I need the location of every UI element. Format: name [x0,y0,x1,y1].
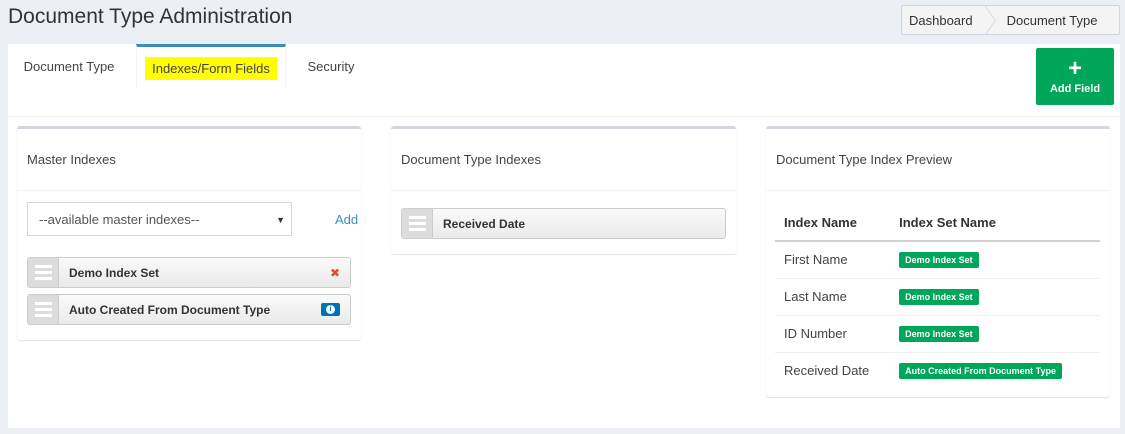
table-header-row: Index Name Index Set Name [775,204,1100,242]
index-set-badge: Demo Index Set [899,252,979,269]
index-name-cell: Last Name [775,278,891,316]
tab-label: Indexes/Form Fields [145,56,277,80]
tab-label: Document Type [23,59,115,74]
master-indexes-box: Master Indexes --available master indexe… [17,126,361,340]
add-field-label: Add Field [1049,83,1101,95]
index-set-cell: Demo Index Set [890,278,1100,316]
drag-handle-icon[interactable] [402,209,433,238]
index-name-cell: First Name [775,241,891,279]
breadcrumb-document-type: Document Type [1006,12,1098,28]
tab-bar: Document Type Indexes/Form Fields Securi… [8,44,1120,117]
index-preview-title: Document Type Index Preview [766,129,1110,191]
index-name-cell: Received Date [784,363,870,379]
index-preview-table: Index Name Index Set Name First Name Dem… [775,204,1100,389]
caret-down-icon: ▼ [276,215,285,225]
master-index-select[interactable]: --available master indexes-- ▼ [27,202,292,236]
master-indexes-title: Master Indexes [17,129,361,191]
tab-security[interactable]: Security [293,44,369,89]
index-set-badge: Demo Index Set [899,289,979,305]
tab-document-type[interactable]: Document Type [8,44,130,89]
tab-label: Security [307,59,355,74]
drag-handle-icon[interactable] [28,295,59,324]
remove-icon[interactable]: ✖ [330,266,340,280]
index-name-cell: ID Number [775,315,891,353]
info-icon[interactable]: i [321,303,340,316]
document-type-index-item[interactable]: Received Date [401,208,726,239]
table-row: First Name Demo Index Set [775,241,1100,279]
index-preview-box: Document Type Index Preview Index Name I… [766,126,1110,397]
index-set-cell: Auto Created From Document Type [890,352,1100,389]
document-type-indexes-box: Document Type Indexes Received Date [391,126,736,254]
select-value: --available master indexes-- [39,211,200,227]
add-master-index-link[interactable]: Add [335,212,358,227]
table-row: Received Date Auto Created From Document… [775,352,1100,389]
master-index-label: Auto Created From Document Type [69,302,271,317]
main-panel: Document Type Indexes/Form Fields Securi… [8,44,1120,428]
tab-indexes-form-fields[interactable]: Indexes/Form Fields [136,44,286,89]
master-index-label: Demo Index Set [69,265,160,280]
column-header-index-name: Index Name [775,204,891,242]
document-type-index-label: Received Date [443,216,526,231]
master-index-item[interactable]: Auto Created From Document Type i [27,294,351,325]
index-set-badge: Demo Index Set [899,326,979,342]
breadcrumb: Dashboard Document Type [901,5,1120,35]
table-row: ID Number Demo Index Set [775,315,1100,353]
column-header-index-set-name: Index Set Name [890,204,1100,242]
master-index-item[interactable]: Demo Index Set ✖ [27,257,351,288]
index-set-cell: Demo Index Set [890,315,1100,353]
add-field-button[interactable]: + Add Field [1036,48,1114,105]
index-set-badge: Auto Created From Document Type [899,363,1062,380]
document-type-indexes-title: Document Type Indexes [391,129,736,191]
plus-icon: + [1067,55,1082,82]
drag-handle-icon[interactable] [28,258,59,287]
index-set-cell: Demo Index Set [890,241,1100,279]
table-row: Last Name Demo Index Set [775,278,1100,316]
page-title: Document Type Administration [8,5,293,28]
breadcrumb-dashboard[interactable]: Dashboard [902,6,987,34]
